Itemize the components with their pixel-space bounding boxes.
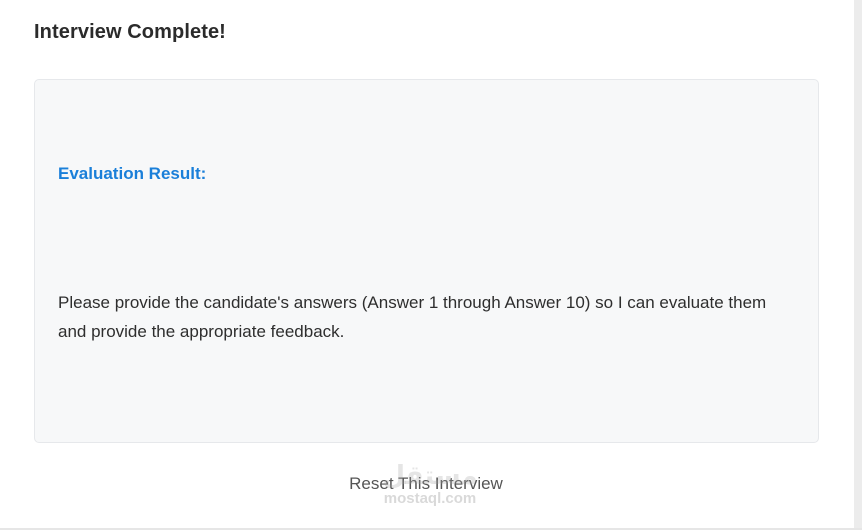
evaluation-result-card: Evaluation Result: Please provide the ca… xyxy=(34,79,819,443)
page-title: Interview Complete! xyxy=(34,21,226,43)
reset-interview-button[interactable]: Reset This Interview xyxy=(0,474,852,494)
interview-complete-page: Interview Complete! Evaluation Result: P… xyxy=(0,0,862,530)
scrollbar-track[interactable] xyxy=(854,0,862,530)
evaluation-result-text: Please provide the candidate's answers (… xyxy=(58,293,767,341)
evaluation-result-heading: Evaluation Result: xyxy=(58,164,207,183)
